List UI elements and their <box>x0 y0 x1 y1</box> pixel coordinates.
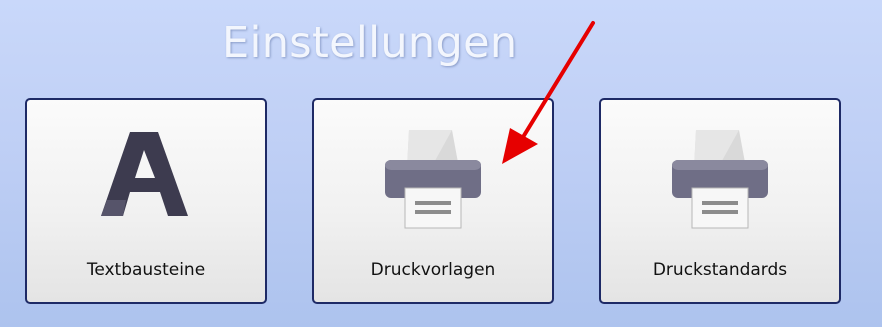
page-title: Einstellungen <box>222 18 518 68</box>
druckstandards-button[interactable]: Druckstandards <box>599 98 841 304</box>
druckvorlagen-button[interactable]: Druckvorlagen <box>312 98 554 304</box>
textbausteine-button[interactable]: Textbausteine <box>25 98 267 304</box>
printer-icon <box>670 130 770 230</box>
druckvorlagen-label: Druckvorlagen <box>370 260 496 280</box>
druckstandards-label: Druckstandards <box>652 260 788 280</box>
letter-a-icon <box>96 130 196 230</box>
textbausteine-label: Textbausteine <box>86 260 206 280</box>
printer-icon <box>383 130 483 230</box>
